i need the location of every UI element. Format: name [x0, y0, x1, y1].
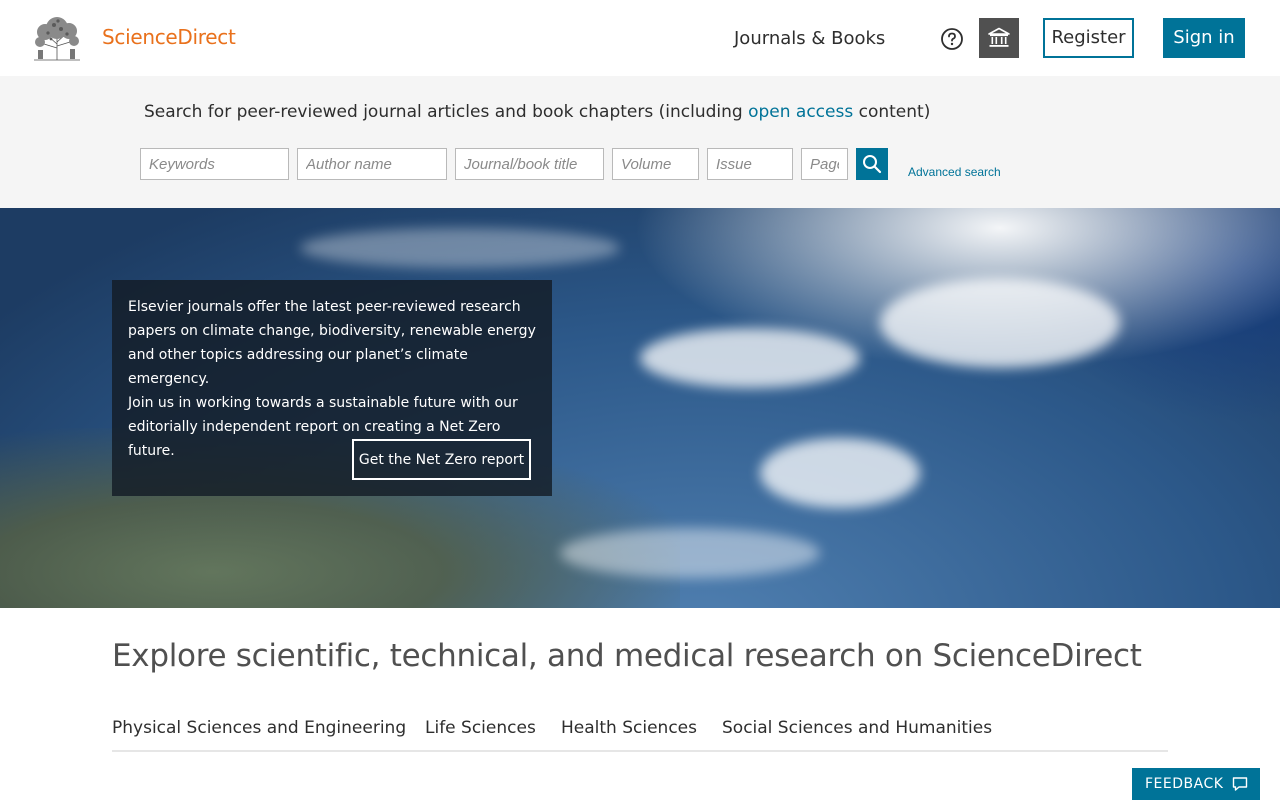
feedback-label: FEEDBACK	[1145, 776, 1224, 792]
pages-input[interactable]	[801, 148, 848, 180]
search-icon	[863, 155, 882, 174]
volume-input[interactable]	[612, 148, 699, 180]
explore-heading: Explore scientific, technical, and medic…	[112, 638, 1142, 674]
elsevier-tree-logo[interactable]	[30, 14, 84, 62]
journal-book-title-input[interactable]	[455, 148, 604, 180]
tab-social-sciences-humanities[interactable]: Social Sciences and Humanities	[722, 718, 992, 738]
hero-cloud	[300, 228, 620, 268]
quick-search-panel: Search for peer-reviewed journal article…	[0, 76, 1280, 208]
tab-physical-sciences-engineering[interactable]: Physical Sciences and Engineering	[112, 718, 406, 738]
tab-health-sciences[interactable]: Health Sciences	[561, 718, 697, 738]
promo-text-paragraph-1: Elsevier journals offer the latest peer-…	[128, 299, 536, 387]
institution-icon	[988, 27, 1010, 47]
issue-input[interactable]	[707, 148, 793, 180]
feedback-button[interactable]: FEEDBACK	[1132, 768, 1260, 800]
nav-journals-books[interactable]: Journals & Books	[734, 28, 885, 49]
register-button[interactable]: Register	[1043, 18, 1134, 58]
net-zero-promo-card: Elsevier journals offer the latest peer-…	[112, 280, 552, 496]
brand-name[interactable]: ScienceDirect	[102, 25, 236, 49]
speech-bubble-icon	[1233, 777, 1248, 791]
search-submit-button[interactable]	[856, 148, 888, 180]
site-header: ScienceDirect Journals & Books Register …	[0, 0, 1280, 76]
hero-cloud	[640, 328, 860, 388]
sign-in-button[interactable]: Sign in	[1163, 18, 1245, 58]
subject-area-tabs: Physical Sciences and Engineering Life S…	[112, 718, 1168, 752]
advanced-search-link[interactable]: Advanced search	[908, 165, 1001, 179]
hero-banner: Elsevier journals offer the latest peer-…	[0, 208, 1280, 608]
net-zero-report-button[interactable]: Get the Net Zero report	[352, 439, 531, 480]
keywords-input[interactable]	[140, 148, 289, 180]
institution-access-button[interactable]	[979, 18, 1019, 58]
author-name-input[interactable]	[297, 148, 447, 180]
hero-cloud	[760, 438, 920, 508]
search-intro-text: Search for peer-reviewed journal article…	[144, 102, 931, 122]
hero-cloud	[560, 528, 820, 578]
open-access-link[interactable]: open access	[748, 102, 853, 122]
hero-cloud	[880, 278, 1120, 368]
help-circle-icon[interactable]	[940, 27, 964, 51]
tab-life-sciences[interactable]: Life Sciences	[425, 718, 536, 738]
